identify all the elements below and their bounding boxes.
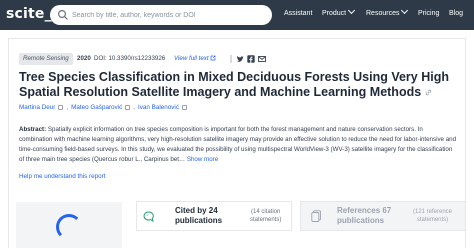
email-icon[interactable] xyxy=(258,55,266,63)
cited-by-panel[interactable]: “ Cited by 24 publications (14 citation … xyxy=(136,201,292,231)
twitter-icon[interactable] xyxy=(236,55,244,63)
citation-statements-line1: (14 citation xyxy=(251,209,281,215)
permalink-icon[interactable] xyxy=(425,89,432,96)
author-link[interactable]: Martina Deur xyxy=(19,104,55,111)
nav-pricing[interactable]: Pricing xyxy=(418,10,439,17)
search-box[interactable] xyxy=(50,5,272,25)
author-link[interactable]: Ivan Balenović xyxy=(138,104,179,111)
references-count: References 67 publications xyxy=(337,206,391,226)
abstract-label: Abstract: xyxy=(19,126,47,133)
article-title: Tree Species Classification in Mixed Dec… xyxy=(19,70,455,100)
reference-statements-line2: statements) xyxy=(416,217,449,223)
nav-assistant[interactable]: Assistant xyxy=(284,10,312,17)
citation-bubble-icon: “ xyxy=(143,211,154,222)
cited-by-count: Cited by 24 publications xyxy=(175,206,222,226)
help-understand-report-link[interactable]: Help me understand this report xyxy=(19,173,105,180)
orcid-icon xyxy=(125,105,131,110)
nav-resources[interactable]: Resources xyxy=(366,6,409,17)
external-link-icon xyxy=(211,56,216,61)
references-line1: References 67 xyxy=(337,206,392,215)
search-input[interactable] xyxy=(72,8,266,22)
nav-product-label: Product xyxy=(322,10,347,17)
author-separator: , xyxy=(133,104,136,111)
chevron-down-icon xyxy=(348,6,356,15)
nav-product[interactable]: Product xyxy=(322,6,356,17)
view-full-text-link[interactable]: View full text xyxy=(174,55,216,62)
citation-statements-line2: statements) xyxy=(250,217,282,223)
show-more-link[interactable]: Show more xyxy=(187,156,218,163)
facebook-icon[interactable] xyxy=(247,55,255,63)
share-icons xyxy=(229,53,266,65)
top-navigation-bar: scite_ Assistant Product Resources Prici… xyxy=(0,0,474,30)
view-full-text-label: View full text xyxy=(174,55,209,62)
citation-statements: (14 citation statements) xyxy=(250,208,281,224)
nav-blog[interactable]: Blog xyxy=(449,10,463,17)
orcid-icon xyxy=(58,105,64,110)
author-separator: , xyxy=(66,104,69,111)
author-list: Martina Deur , Mateo Gašparović , Ivan B… xyxy=(19,104,187,111)
cited-by-line1: Cited by 24 xyxy=(175,206,218,215)
author-link[interactable]: Mateo Gašparović xyxy=(71,104,122,111)
orcid-icon xyxy=(181,105,187,110)
publication-year: 2020 xyxy=(77,55,91,62)
scite-logo[interactable]: scite_ xyxy=(6,6,52,22)
journal-tag[interactable]: Remote Sensing xyxy=(19,53,73,65)
chevron-down-icon xyxy=(401,6,409,15)
references-document-icon xyxy=(311,210,321,222)
article-title-text: Tree Species Classification in Mixed Dec… xyxy=(19,70,449,99)
search-icon xyxy=(57,9,68,20)
abstract-text: Spatially explicit information on tree s… xyxy=(19,126,457,163)
nav-resources-label: Resources xyxy=(366,10,400,17)
loading-spinner-icon xyxy=(56,214,82,240)
pipe-divider-icon xyxy=(230,55,232,63)
abstract: Abstract: Spatially explicit information… xyxy=(19,125,457,165)
reference-statements: (121 reference statements) xyxy=(413,208,452,224)
references-line2: publications xyxy=(337,216,385,225)
reference-statements-line1: (121 reference xyxy=(413,209,453,215)
cited-by-line2: publications xyxy=(175,216,223,225)
svg-text:“: “ xyxy=(146,214,148,220)
references-panel[interactable]: References 67 publications (121 referenc… xyxy=(300,201,466,231)
doi-text: DOI: 10.3390/rs12233926 xyxy=(94,55,166,62)
